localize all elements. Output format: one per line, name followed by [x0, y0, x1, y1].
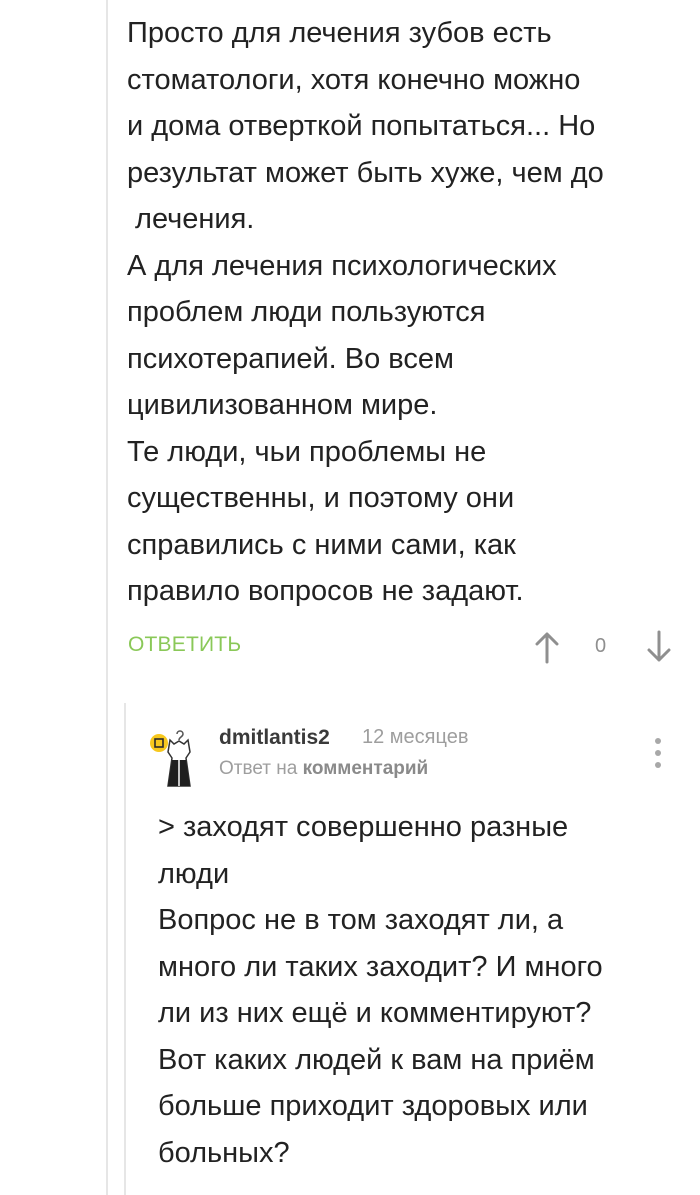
comment-text-line: существенны, и поэтому они [127, 482, 515, 514]
reply-comment-text: > заходят совершенно разные люди Вопрос … [158, 804, 603, 1176]
reply-to-link[interactable]: комментарий [303, 758, 429, 779]
comment-text-line: больше приходит здоровых или [158, 1090, 588, 1122]
comment-text-line: Просто для лечения зубов есть [127, 17, 552, 49]
comment-text-line: цивилизованном мире. [127, 389, 438, 421]
comment-text-line: А для лечения психологических [127, 249, 557, 282]
comment-text-line: правило вопросов не задают. [127, 575, 524, 607]
comment-text-line: психотерапией. Во всем [127, 342, 454, 375]
comment-text-line: Вопрос не в том заходят ли, а [158, 904, 564, 936]
comment-text-line: справились с ними сами, как [127, 528, 516, 561]
reply-button[interactable]: ОТВЕТИТЬ [128, 633, 241, 657]
comment-text-line: больных? [158, 1136, 290, 1169]
comment-text-line: результат может быть хуже, чем до [127, 156, 604, 189]
author-username[interactable]: dmitlantis2 [219, 726, 330, 750]
comment-header: dmitlantis2 12 месяцев Ответ на коммента… [148, 720, 678, 790]
arrow-up-icon[interactable] [534, 630, 560, 664]
arrow-down-icon[interactable] [646, 630, 672, 664]
comment-text-line: стоматологи, хотя конечно можно [127, 63, 581, 96]
comment-text-line: и дома отверткой попытаться... Но [127, 110, 596, 142]
comment-text-line: много ли таких заходит? И много [158, 950, 603, 983]
rating-count: 0 [595, 635, 607, 657]
thread-line-inner [124, 703, 126, 1195]
comment-text-line: > заходят совершенно разные [158, 811, 569, 843]
comment-text-line: лечения. [127, 203, 255, 235]
comment-text-line: ли из них ещё и комментируют? [158, 997, 592, 1029]
comment-text: Просто для лечения зубов есть стоматолог… [127, 10, 604, 615]
more-vertical-icon[interactable] [648, 736, 668, 770]
comment-timestamp: 12 месяцев [362, 726, 469, 748]
more-dot [655, 762, 661, 768]
comment-text-line: Вот каких людей к вам на приём [158, 1043, 595, 1076]
comment-text-line: проблем люди пользуются [127, 296, 486, 328]
comment-text-line: люди [158, 857, 230, 890]
reply-to-prefix: Ответ на [219, 758, 298, 779]
badge-icon [150, 734, 168, 752]
thread-line-outer [106, 0, 108, 1195]
more-dot [655, 750, 661, 756]
reply-to-label: Ответ на комментарий [219, 758, 428, 780]
comment-actions: ОТВЕТИТЬ 0 [128, 630, 673, 664]
comment-text-line: Те люди, чьи проблемы не [127, 435, 487, 468]
more-dot [655, 738, 661, 744]
